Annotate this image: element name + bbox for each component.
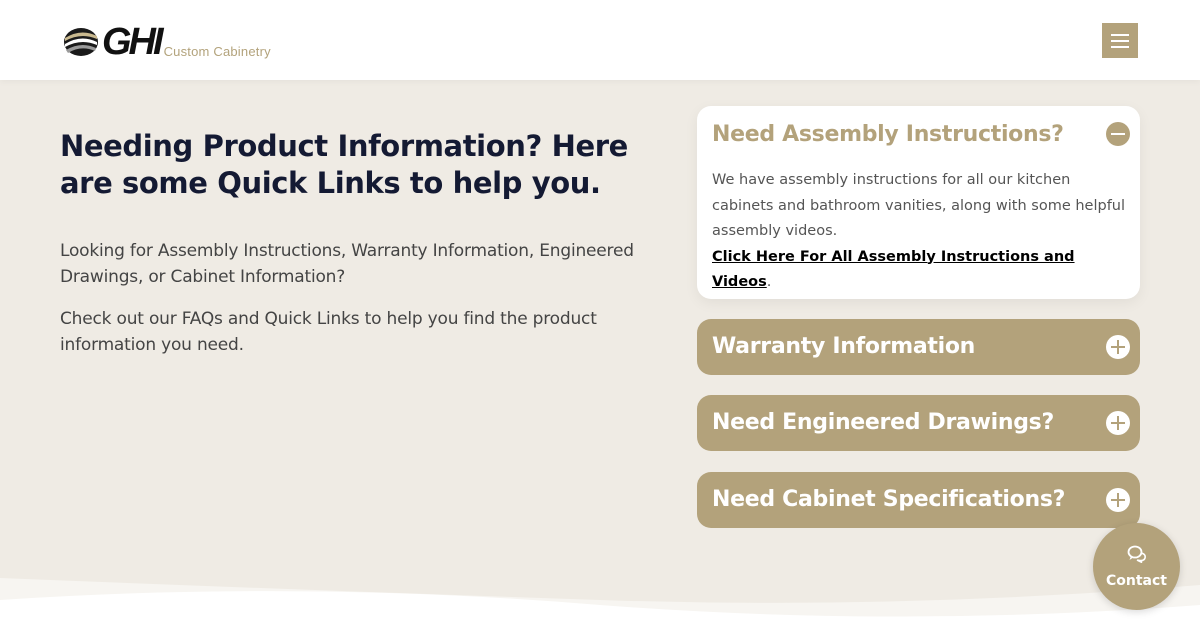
- accordion-body-assembly: We have assembly instructions for all ou…: [712, 168, 1127, 296]
- assembly-description: We have assembly instructions for all ou…: [712, 172, 1126, 239]
- site-header: GHI Custom Cabinetry: [0, 0, 1200, 80]
- hamburger-icon-bar: [1111, 45, 1129, 48]
- accordion-item-engineered-drawings[interactable]: Need Engineered Drawings?: [697, 395, 1140, 451]
- hamburger-menu-button[interactable]: [1102, 23, 1138, 58]
- accordion-item-cabinet-specifications[interactable]: Need Cabinet Specifications?: [697, 472, 1140, 528]
- contact-label: Contact: [1106, 573, 1167, 589]
- accordion-title-cabinet-specifications: Need Cabinet Specifications?: [712, 487, 1066, 512]
- page-heading: Needing Product Information? Here are so…: [60, 129, 628, 200]
- contact-button[interactable]: Contact: [1093, 523, 1180, 610]
- ghi-logo[interactable]: GHI Custom Cabinetry: [62, 20, 271, 63]
- intro-section: Needing Product Information? Here are so…: [60, 128, 670, 358]
- accordion-title-engineered-drawings: Need Engineered Drawings?: [712, 410, 1054, 435]
- logo-wordmark: GHI: [102, 21, 164, 63]
- logo-tagline: Custom Cabinetry: [163, 44, 271, 59]
- logo-mark-icon: [64, 28, 98, 56]
- accordion-item-warranty[interactable]: Warranty Information: [697, 319, 1140, 375]
- intro-paragraph-2: Check out our FAQs and Quick Links to he…: [60, 309, 597, 355]
- decorative-wave: [0, 578, 1200, 630]
- plus-circle-icon[interactable]: [1106, 335, 1130, 359]
- plus-circle-icon[interactable]: [1106, 488, 1130, 512]
- hamburger-icon-bar: [1111, 33, 1129, 36]
- accordion-title-assembly[interactable]: Need Assembly Instructions?: [712, 122, 1064, 147]
- accordion-item-assembly: Need Assembly Instructions? We have asse…: [697, 106, 1140, 299]
- link-suffix: .: [766, 274, 772, 290]
- minus-circle-icon[interactable]: [1106, 122, 1130, 146]
- intro-paragraph-1: Looking for Assembly Instructions, Warra…: [60, 241, 634, 287]
- plus-circle-icon[interactable]: [1106, 411, 1130, 435]
- accordion-title-warranty: Warranty Information: [712, 334, 976, 359]
- hamburger-icon-bar: [1111, 39, 1129, 42]
- chat-bubbles-icon: [1127, 545, 1146, 563]
